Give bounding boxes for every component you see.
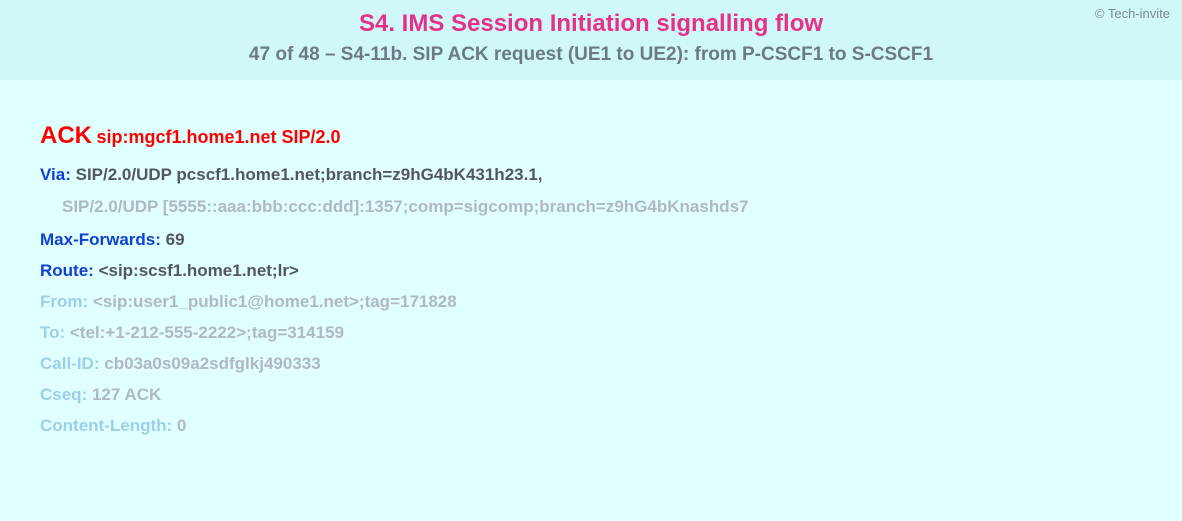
maxforwards-header-value: 69	[166, 230, 185, 249]
to-header-name: To:	[40, 323, 65, 342]
via-header-value-1: SIP/2.0/UDP pcscf1.home1.net;branch=z9hG…	[76, 165, 543, 184]
cseq-header: Cseq: 127 ACK	[40, 386, 1182, 403]
sip-method: ACK	[40, 122, 92, 149]
cseq-header-value: 127 ACK	[92, 385, 161, 404]
from-header-name: From:	[40, 292, 88, 311]
maxforwards-header-name: Max-Forwards:	[40, 230, 161, 249]
route-header-name: Route:	[40, 261, 94, 280]
to-header: To: <tel:+1-212-555-2222>;tag=314159	[40, 324, 1182, 341]
via-header: Via: SIP/2.0/UDP pcscf1.home1.net;branch…	[40, 166, 1182, 183]
maxforwards-header: Max-Forwards: 69	[40, 231, 1182, 248]
contentlength-header-value: 0	[177, 416, 186, 435]
copyright-notice: © Tech-invite	[1095, 6, 1170, 21]
from-header: From: <sip:user1_public1@home1.net>;tag=…	[40, 293, 1182, 310]
route-header: Route: <sip:scsf1.home1.net;lr>	[40, 262, 1182, 279]
sip-request-line: ACK sip:mgcf1.home1.net SIP/2.0	[40, 122, 1182, 150]
route-header-value: <sip:scsf1.home1.net;lr>	[99, 261, 299, 280]
sip-request-uri: sip:mgcf1.home1.net SIP/2.0	[96, 127, 340, 147]
contentlength-header: Content-Length: 0	[40, 417, 1182, 434]
callid-header: Call-ID: cb03a0s09a2sdfglkj490333	[40, 355, 1182, 372]
callid-header-value: cb03a0s09a2sdfglkj490333	[104, 354, 320, 373]
sip-message-content: ACK sip:mgcf1.home1.net SIP/2.0 Via: SIP…	[0, 80, 1182, 434]
from-header-value: <sip:user1_public1@home1.net>;tag=171828	[93, 292, 457, 311]
cseq-header-name: Cseq:	[40, 385, 87, 404]
callid-header-name: Call-ID:	[40, 354, 100, 373]
document-header: © Tech-invite S4. IMS Session Initiation…	[0, 0, 1182, 80]
page-subtitle: 47 of 48 – S4-11b. SIP ACK request (UE1 …	[0, 44, 1182, 66]
via-header-name: Via:	[40, 165, 71, 184]
contentlength-header-name: Content-Length:	[40, 416, 172, 435]
via-header-continuation: SIP/2.0/UDP [5555::aaa:bbb:ccc:ddd]:1357…	[40, 197, 1182, 217]
to-header-value: <tel:+1-212-555-2222>;tag=314159	[70, 323, 344, 342]
page-title: S4. IMS Session Initiation signalling fl…	[0, 10, 1182, 38]
